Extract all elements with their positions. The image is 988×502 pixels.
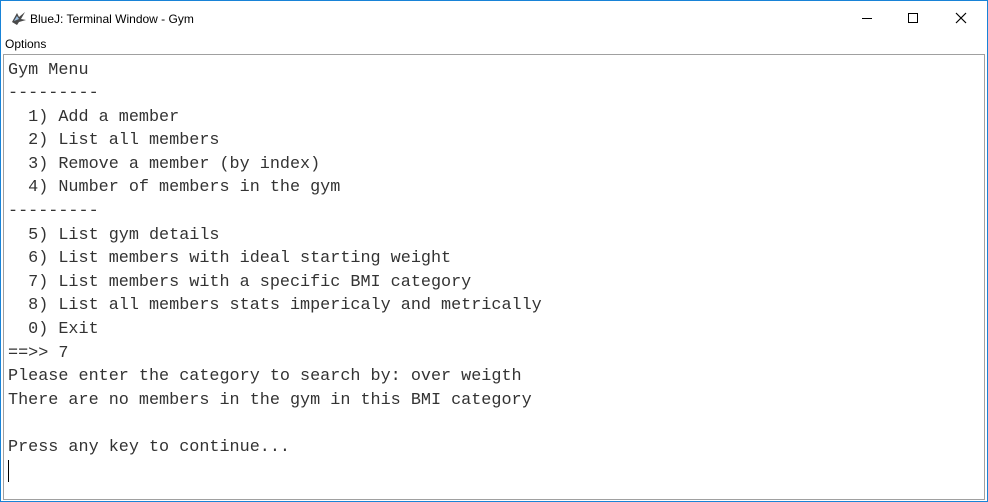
terminal-line: 7) List members with a specific BMI cate… xyxy=(8,273,472,292)
close-button[interactable] xyxy=(938,1,984,35)
terminal-line: 3) Remove a member (by index) xyxy=(8,155,321,174)
terminal-line: 6) List members with ideal starting weig… xyxy=(8,249,452,268)
menu-bar: Options xyxy=(1,35,987,53)
terminal-line: --------- xyxy=(8,202,99,221)
bluej-bird-icon xyxy=(12,12,26,25)
maximize-icon xyxy=(908,13,918,23)
terminal-line: 4) Number of members in the gym xyxy=(8,178,341,197)
terminal-line: 1) Add a member xyxy=(8,108,180,127)
terminal-line: There are no members in the gym in this … xyxy=(8,391,532,410)
terminal-line: 2) List all members xyxy=(8,131,220,150)
terminal-output[interactable]: Gym Menu --------- 1) Add a member 2) Li… xyxy=(3,54,985,500)
terminal-line: 8) List all members stats impericaly and… xyxy=(8,296,542,315)
minimize-button[interactable] xyxy=(844,1,890,35)
terminal-line: ==>> 7 xyxy=(8,344,69,363)
text-cursor xyxy=(8,460,9,482)
minimize-icon xyxy=(862,17,872,19)
terminal-line: Gym Menu xyxy=(8,61,89,80)
terminal-line: Press any key to continue... xyxy=(8,438,290,457)
terminal-line: Please enter the category to search by: … xyxy=(8,367,522,386)
terminal-window: BlueJ: Terminal Window - Gym Options Gym… xyxy=(0,0,988,502)
menu-options[interactable]: Options xyxy=(5,37,46,51)
terminal-line: 0) Exit xyxy=(8,320,99,339)
maximize-button[interactable] xyxy=(890,1,936,35)
terminal-line: --------- xyxy=(8,84,99,103)
window-title: BlueJ: Terminal Window - Gym xyxy=(30,12,194,26)
terminal-line: 5) List gym details xyxy=(8,226,220,245)
title-bar[interactable]: BlueJ: Terminal Window - Gym xyxy=(1,1,987,35)
close-icon xyxy=(955,12,967,24)
